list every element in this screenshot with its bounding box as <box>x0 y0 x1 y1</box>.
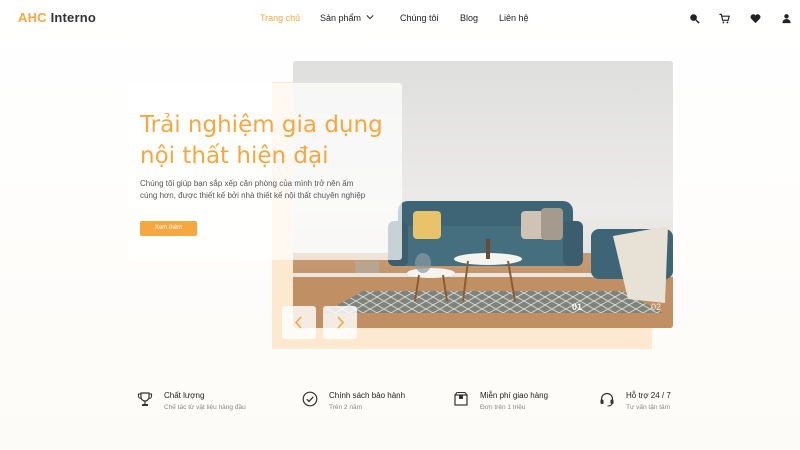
check-circle-icon <box>302 391 318 407</box>
trophy-icon <box>137 392 153 406</box>
heart-icon[interactable] <box>750 13 761 24</box>
hero-description: Chúng tôi giúp bạn sắp xếp căn phòng của… <box>140 179 366 200</box>
hero-title: Trải nghiệm gia dụng nội thất hiện đại <box>140 112 383 169</box>
feature-title: Hỗ trợ 24 / 7 <box>626 391 671 400</box>
feature-title: Chất lượng <box>164 391 205 400</box>
slider-next-button[interactable] <box>323 306 357 339</box>
nav-about[interactable]: Chúng tôi <box>400 13 439 23</box>
main-nav: Trang chủ Sản phẩm Chúng tôi Blog Liên h… <box>0 0 800 38</box>
feature-title: Miễn phí giao hàng <box>480 391 549 400</box>
slide-indicator-current[interactable]: 01 <box>572 302 582 312</box>
feature-subtitle: Đơn trên 1 triệu <box>480 404 526 411</box>
nav-home[interactable]: Trang chủ <box>260 13 300 23</box>
view-more-button[interactable]: Xem thêm <box>140 221 197 236</box>
feature-title: Chính sách bảo hành <box>329 391 406 400</box>
feature-subtitle: Trên 2 năm <box>329 404 362 411</box>
cart-icon[interactable] <box>719 13 730 24</box>
chevron-down-icon[interactable] <box>366 13 374 21</box>
nav-blog[interactable]: Blog <box>460 13 478 23</box>
user-icon[interactable] <box>781 13 792 24</box>
nav-contact[interactable]: Liên hệ <box>499 13 529 23</box>
search-icon[interactable] <box>689 13 700 24</box>
delivery-box-icon <box>454 391 468 406</box>
chevron-left-icon <box>294 316 302 329</box>
slider-prev-button[interactable] <box>282 306 316 339</box>
feature-subtitle: Chế tác từ vật liệu hàng đầu <box>164 404 246 411</box>
header: AHC Interno Trang chủ Sản phẩm Chúng tôi… <box>0 0 800 38</box>
chevron-right-icon <box>337 316 345 329</box>
nav-products[interactable]: Sản phẩm <box>320 13 361 23</box>
headset-icon <box>600 392 614 407</box>
feature-subtitle: Tư vấn tận tâm <box>626 404 671 411</box>
slide-indicator-next[interactable]: 02 <box>651 302 661 312</box>
